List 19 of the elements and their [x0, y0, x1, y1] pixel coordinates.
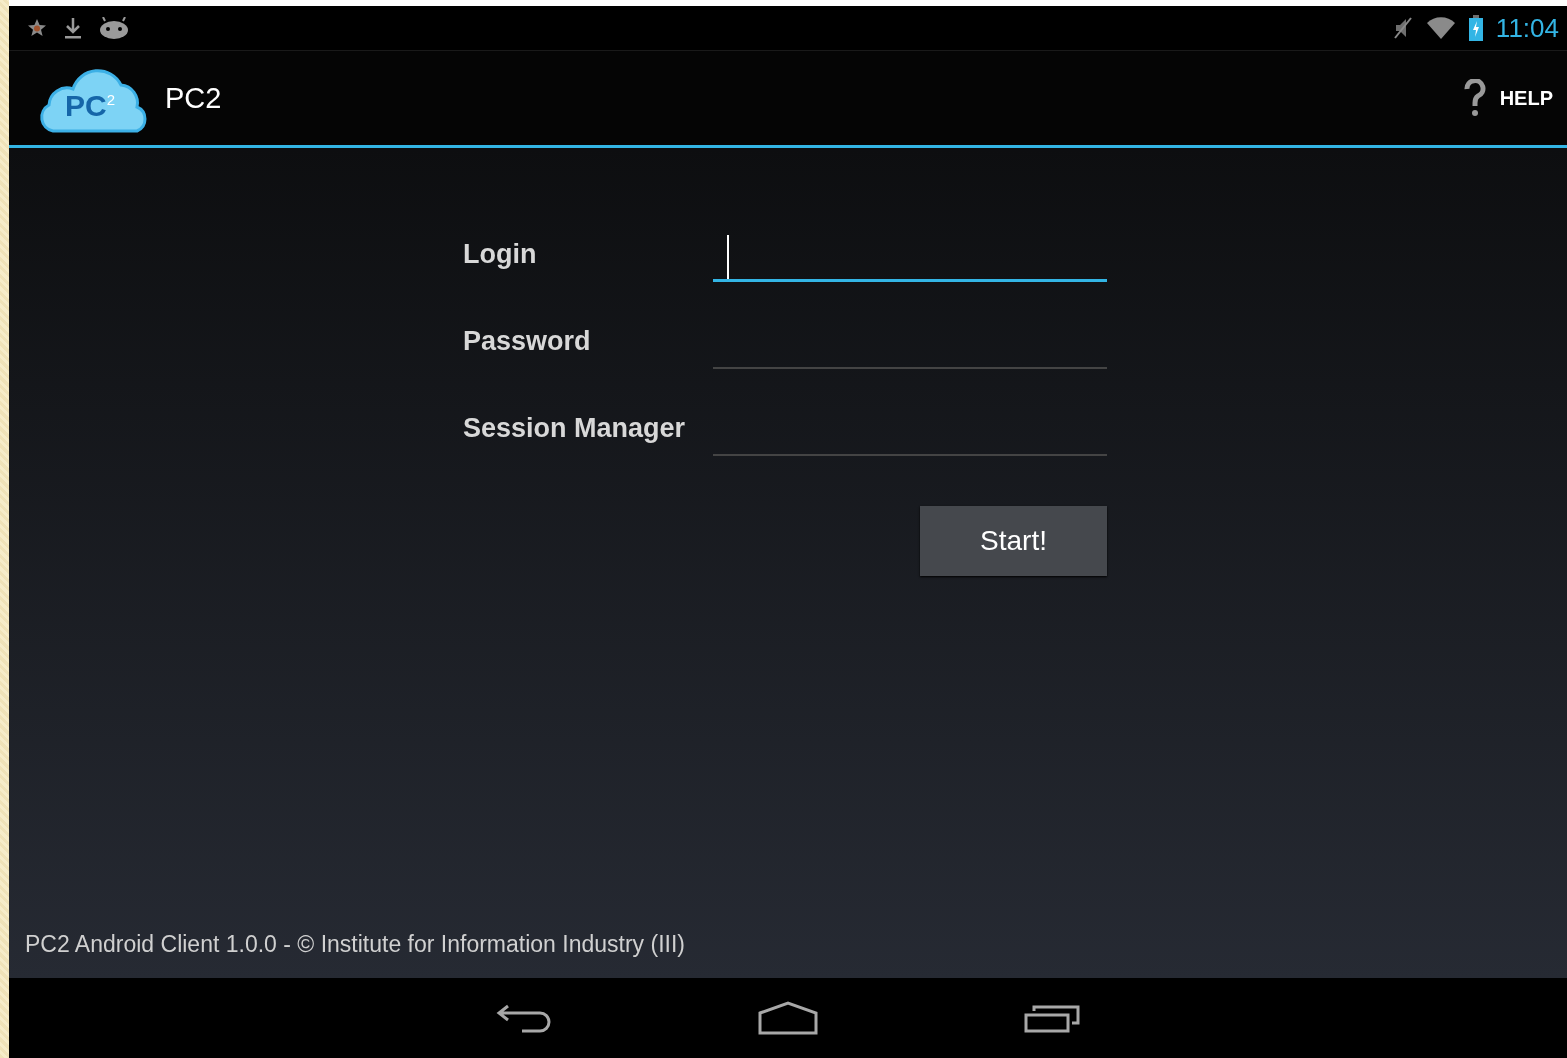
battery-charging-icon	[1467, 15, 1484, 41]
start-button[interactable]: Start!	[920, 506, 1107, 576]
input-field[interactable]	[713, 233, 1107, 282]
home-icon[interactable]	[758, 1001, 818, 1035]
download-icon	[63, 16, 83, 40]
recent-apps-icon[interactable]	[1024, 1003, 1080, 1033]
question-mark-icon	[1463, 79, 1486, 117]
help-button[interactable]: HELP	[1459, 75, 1557, 121]
wifi-icon	[1425, 16, 1456, 40]
field-label: Login	[463, 239, 538, 271]
footer-text: PC2 Android Client 1.0.0 - © Institute for Information Industry (III)	[24, 931, 686, 959]
app-title: PC2	[165, 81, 222, 115]
star-icon	[27, 18, 47, 38]
back-icon[interactable]	[496, 1002, 552, 1034]
muted-speaker-icon	[1391, 16, 1414, 40]
android-icon	[99, 17, 129, 39]
field-label: Session Manager	[463, 413, 687, 445]
clock-time: 11:04	[1495, 12, 1559, 44]
field-label: Password	[463, 326, 592, 358]
